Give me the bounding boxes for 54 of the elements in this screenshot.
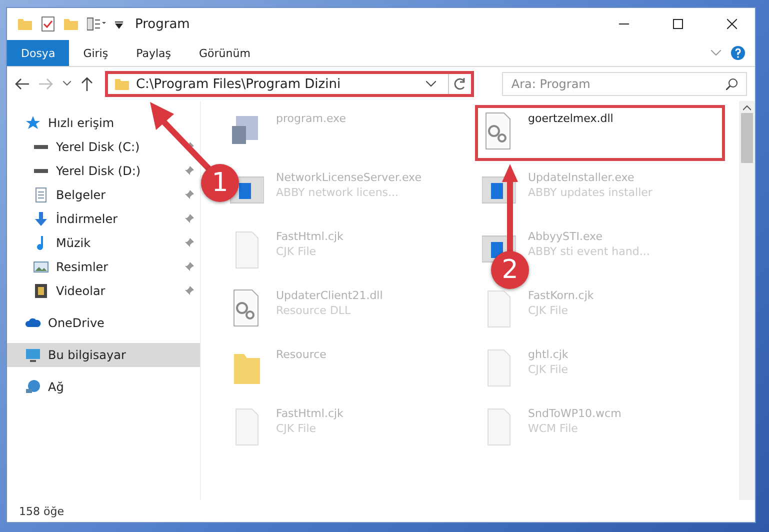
- sidebar-item[interactable]: Ağ: [7, 375, 200, 399]
- ribbon-tab[interactable]: Giriş: [69, 40, 122, 66]
- image-icon: [33, 259, 49, 275]
- folder-icon: [114, 76, 130, 92]
- item-count: 158 öğe: [19, 504, 64, 518]
- star-icon: [25, 115, 41, 131]
- ribbon-tab[interactable]: Paylaş: [122, 40, 185, 66]
- monitor-icon: [25, 347, 41, 363]
- window-title: Program: [135, 16, 190, 32]
- search-field[interactable]: Ara: Program: [502, 72, 748, 96]
- folder-icon: [17, 16, 33, 32]
- scrollbar[interactable]: [739, 101, 755, 500]
- back-icon[interactable]: [15, 78, 29, 90]
- pin-icon[interactable]: [184, 166, 194, 176]
- pin-icon[interactable]: [184, 214, 194, 224]
- sidebar-item[interactable]: Müzik: [7, 231, 200, 255]
- globe-icon: [25, 379, 41, 395]
- maximize-icon[interactable]: [673, 19, 683, 29]
- scrollbar-thumb[interactable]: [741, 113, 753, 163]
- search-icon[interactable]: [726, 78, 738, 90]
- chevron-icon[interactable]: [711, 50, 721, 56]
- close-icon[interactable]: [727, 19, 737, 29]
- sidebar-item[interactable]: Hızlı erişim: [7, 111, 200, 135]
- sidebar-item[interactable]: Belgeler: [7, 183, 200, 207]
- sidebar-item[interactable]: İndirmeler: [7, 207, 200, 231]
- music-icon: [37, 235, 45, 251]
- caret-icon[interactable]: [62, 81, 71, 87]
- sidebar-item[interactable]: Bu bilgisayar: [7, 343, 200, 367]
- ribbon-tab[interactable]: Görünüm: [185, 40, 264, 66]
- film-icon: [33, 283, 49, 299]
- download-icon: [33, 211, 49, 227]
- file-name[interactable]: goertzelmex.dll: [528, 112, 614, 125]
- checklist-icon[interactable]: [41, 16, 55, 32]
- new-folder-icon: [63, 16, 79, 32]
- sidebar-item[interactable]: Resimler: [7, 255, 200, 279]
- minimize-icon[interactable]: [619, 23, 629, 25]
- up-icon[interactable]: [80, 77, 93, 91]
- sidebar-item[interactable]: OneDrive: [7, 311, 200, 335]
- scroll-up-icon[interactable]: [743, 105, 751, 111]
- sidebar-item[interactable]: Yerel Disk (D:): [7, 159, 200, 183]
- ribbon-tab[interactable]: Dosya: [7, 40, 70, 66]
- address-bar[interactable]: C:\Program Files\Program Dizini: [104, 71, 474, 97]
- pin-icon[interactable]: [184, 190, 194, 200]
- document-icon: [33, 187, 49, 203]
- pin-icon[interactable]: [184, 238, 194, 248]
- drive-icon: [33, 144, 49, 150]
- dropdown-icon[interactable]: [115, 19, 123, 29]
- sidebar-item[interactable]: Videolar: [7, 279, 200, 303]
- pin-icon[interactable]: [184, 262, 194, 272]
- help-icon[interactable]: [731, 46, 745, 60]
- drive-icon: [33, 168, 49, 174]
- properties-icon[interactable]: [87, 17, 107, 31]
- caret-icon[interactable]: [426, 81, 436, 87]
- pin-icon[interactable]: [184, 286, 194, 296]
